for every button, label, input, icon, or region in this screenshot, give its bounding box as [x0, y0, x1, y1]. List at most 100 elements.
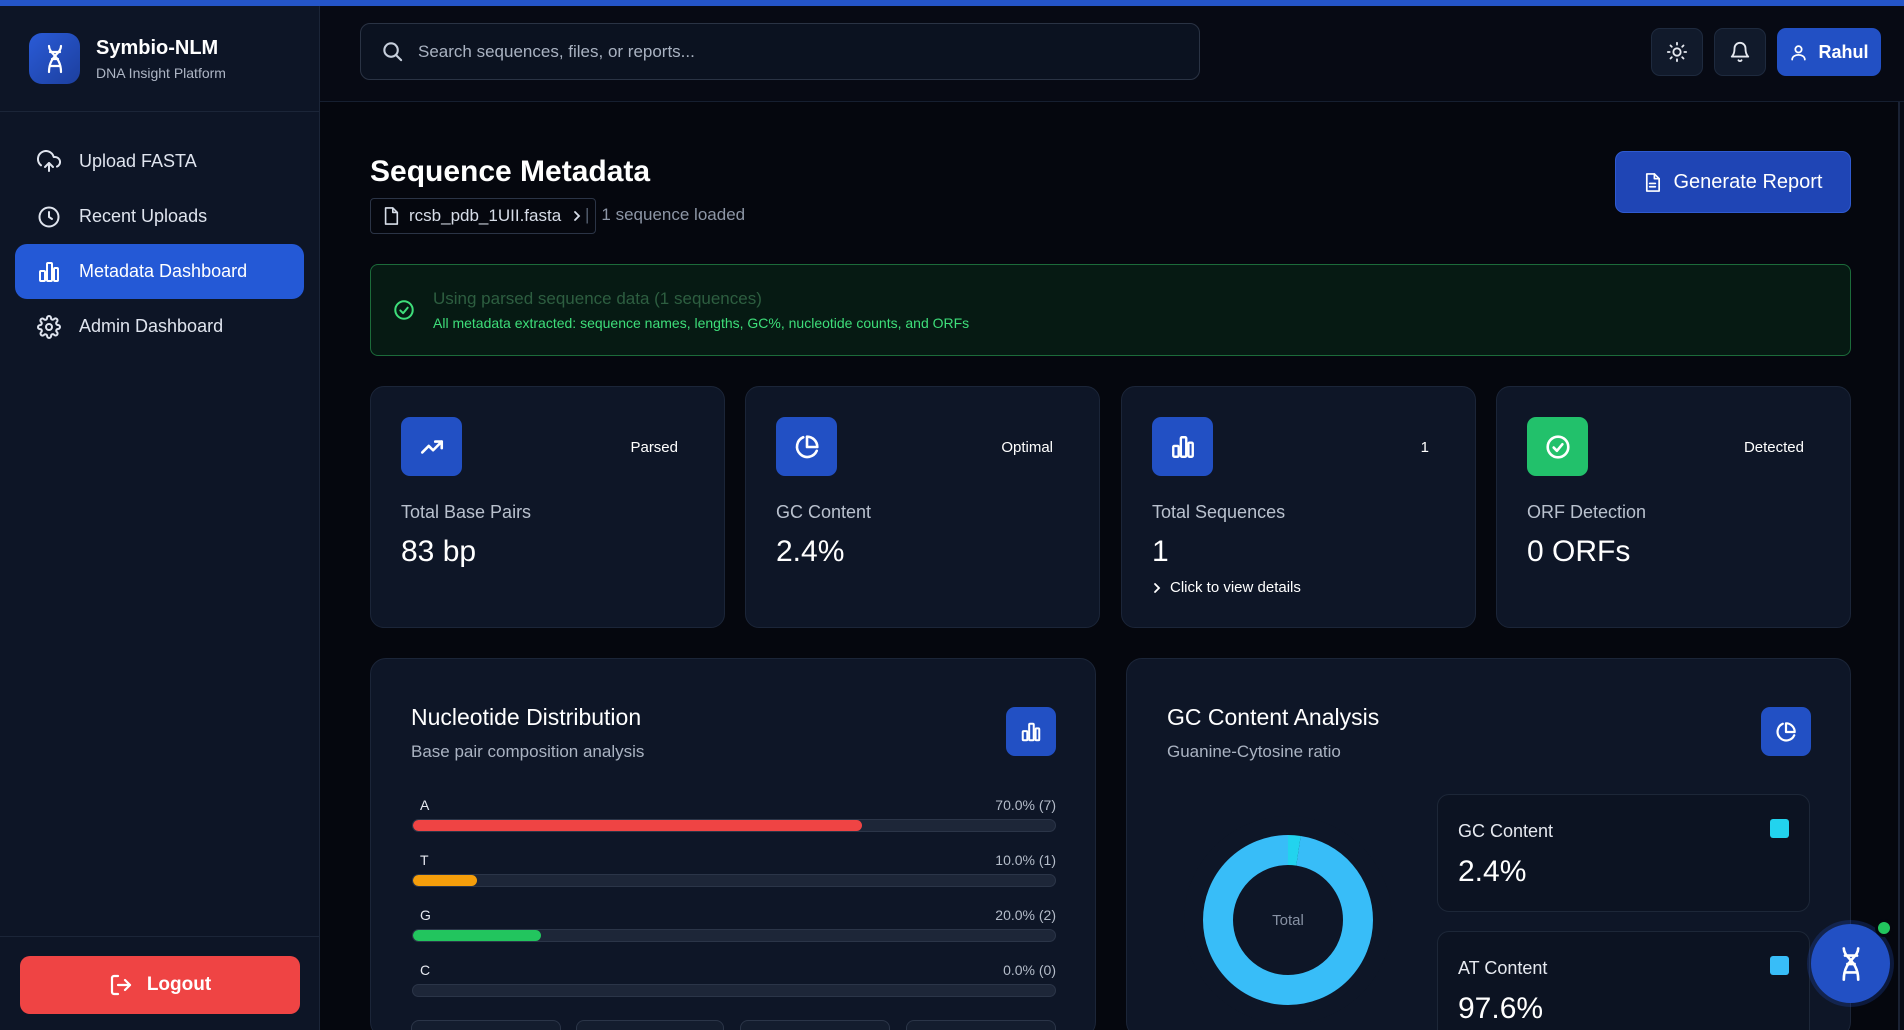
- panel-tab[interactable]: [411, 1020, 561, 1030]
- base-row-c: C 0.0% (0): [412, 962, 1056, 997]
- progress-track: [412, 984, 1056, 997]
- clock-icon: [38, 206, 60, 227]
- file-name: rcsb_pdb_1UII.fasta: [409, 206, 562, 225]
- panel-tab[interactable]: [906, 1020, 1056, 1030]
- view-details-link[interactable]: Click to view details: [1152, 579, 1301, 596]
- online-status-dot: [1875, 919, 1893, 937]
- stat-badge: Detected: [1743, 439, 1804, 456]
- panel-subtitle: Guanine-Cytosine ratio: [1167, 742, 1341, 761]
- panel-tab[interactable]: [576, 1020, 724, 1030]
- stat-label: Total Sequences: [1152, 502, 1286, 522]
- gc-card-value: 2.4%: [1458, 855, 1527, 888]
- sidebar: Symbio-NLM DNA Insight Platform Upload F…: [0, 6, 320, 1030]
- panel-title: GC Content Analysis: [1167, 704, 1380, 730]
- progress-track: [412, 819, 1056, 832]
- base-percent: 10.0% (1): [995, 852, 1056, 868]
- progress-fill: [413, 820, 863, 831]
- progress-fill: [413, 930, 542, 941]
- panel-tab[interactable]: [740, 1020, 890, 1030]
- panel-title: Nucleotide Distribution: [411, 704, 642, 730]
- stat-value: 2.4%: [776, 535, 845, 568]
- legend-swatch: [1770, 819, 1789, 838]
- notifications-button[interactable]: [1714, 28, 1766, 76]
- alert-title: Using parsed sequence data (1 sequences): [433, 289, 762, 308]
- legend-swatch: [1770, 956, 1789, 975]
- file-icon: [384, 207, 399, 225]
- chevron-right-icon: [574, 211, 581, 221]
- stat-badge: Parsed: [630, 439, 678, 456]
- base-row-t: T 10.0% (1): [412, 852, 1056, 887]
- nucleotide-distribution-panel: Nucleotide Distribution Base pair compos…: [370, 658, 1096, 1030]
- gc-card-label: AT Content: [1458, 958, 1548, 978]
- user-menu-button[interactable]: Rahul: [1777, 28, 1881, 76]
- theme-toggle-button[interactable]: [1651, 28, 1703, 76]
- generate-report-button[interactable]: Generate Report: [1615, 151, 1851, 213]
- bar-chart-icon: [1152, 417, 1213, 476]
- chevron-right-icon: [1154, 582, 1161, 593]
- stat-label: GC Content: [776, 502, 872, 522]
- dna-icon: [1841, 946, 1860, 981]
- gc-content-card[interactable]: GC Content 2.4%: [1437, 794, 1810, 912]
- pie-chart-icon[interactable]: [1761, 707, 1811, 756]
- progress-track: [412, 874, 1056, 887]
- sidebar-item-label: Admin Dashboard: [79, 316, 224, 336]
- sequence-status: | 1 sequence loaded: [585, 205, 745, 225]
- base-label: C: [420, 962, 431, 978]
- search-input[interactable]: [418, 41, 1178, 62]
- search-box[interactable]: [360, 23, 1200, 80]
- bell-icon: [1730, 42, 1750, 63]
- sidebar-item-recent-uploads[interactable]: Recent Uploads: [15, 189, 304, 244]
- base-row-g: G 20.0% (2): [412, 907, 1056, 942]
- logout-icon: [110, 974, 131, 996]
- base-percent: 20.0% (2): [995, 907, 1056, 923]
- stat-value: 0 ORFs: [1527, 535, 1631, 568]
- brand-subtitle: DNA Insight Platform: [96, 64, 226, 81]
- donut-center-label: Total: [1272, 911, 1304, 929]
- sidebar-item-admin-dashboard[interactable]: Admin Dashboard: [15, 299, 304, 354]
- success-alert: Using parsed sequence data (1 sequences)…: [370, 264, 1851, 356]
- separator: |: [585, 205, 590, 224]
- alert-message: All metadata extracted: sequence names, …: [433, 315, 970, 331]
- search-icon: [383, 42, 403, 62]
- sidebar-item-label: Metadata Dashboard: [79, 261, 248, 281]
- assistant-fab-button[interactable]: [1811, 924, 1890, 1003]
- base-label: G: [420, 907, 431, 923]
- file-selector[interactable]: rcsb_pdb_1UII.fasta: [370, 198, 597, 234]
- sidebar-divider: [0, 936, 320, 937]
- sidebar-nav: Upload FASTA Recent Uploads Metadata Das…: [0, 112, 319, 376]
- page-title: Sequence Metadata: [370, 155, 651, 188]
- base-row-a: A 70.0% (7): [412, 797, 1056, 832]
- progress-fill: [413, 875, 478, 886]
- brand-title: Symbio-NLM: [96, 36, 219, 59]
- user-icon: [1791, 44, 1807, 60]
- generate-report-label: Generate Report: [1673, 170, 1823, 193]
- top-bar: Rahul: [320, 6, 1904, 102]
- stat-card-gc-content[interactable]: Optimal GC Content 2.4%: [745, 386, 1100, 628]
- trending-up-icon: [401, 417, 462, 476]
- sidebar-item-metadata-dashboard[interactable]: Metadata Dashboard: [15, 244, 304, 299]
- logout-button[interactable]: Logout: [20, 956, 300, 1014]
- document-icon: [1645, 172, 1660, 192]
- base-label: T: [420, 852, 429, 868]
- logout-label: Logout: [146, 974, 212, 995]
- check-circle-icon: [1527, 417, 1588, 476]
- stat-card-total-sequences[interactable]: 1 Total Sequences 1 Click to view detail…: [1121, 386, 1476, 628]
- gc-card-value: 97.6%: [1458, 992, 1544, 1025]
- check-circle-icon: [394, 300, 414, 320]
- brand[interactable]: Symbio-NLM DNA Insight Platform: [0, 6, 319, 112]
- at-content-card[interactable]: AT Content 97.6%: [1437, 931, 1810, 1030]
- scrollbar-track[interactable]: [1898, 102, 1904, 1030]
- panel-subtitle: Base pair composition analysis: [411, 742, 645, 761]
- stat-label: ORF Detection: [1527, 502, 1647, 522]
- stat-value: 83 bp: [401, 535, 477, 568]
- pie-chart-icon: [776, 417, 837, 476]
- stat-card-orf-detection[interactable]: Detected ORF Detection 0 ORFs: [1496, 386, 1851, 628]
- base-percent: 70.0% (7): [995, 797, 1056, 813]
- bar-chart-icon[interactable]: [1006, 707, 1056, 756]
- base-percent: 0.0% (0): [1003, 962, 1056, 978]
- gc-card-label: GC Content: [1458, 821, 1554, 841]
- view-details-label: Click to view details: [1170, 579, 1301, 596]
- sidebar-item-upload-fasta[interactable]: Upload FASTA: [15, 134, 304, 189]
- stat-card-base-pairs[interactable]: Parsed Total Base Pairs 83 bp: [370, 386, 725, 628]
- sidebar-item-label: Recent Uploads: [79, 206, 208, 226]
